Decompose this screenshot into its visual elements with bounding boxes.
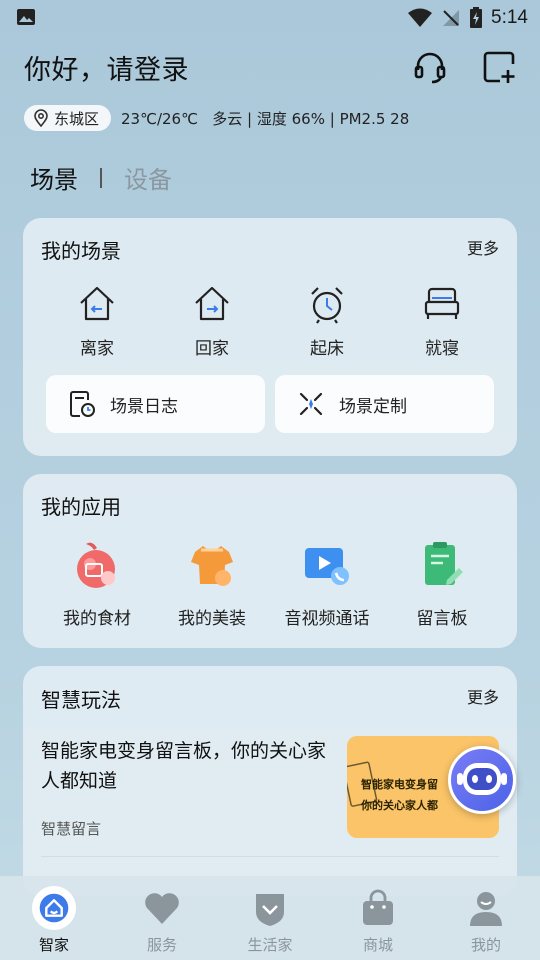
- smart-play-card: 智慧玩法 更多 智能家电变身留言板，你的关心家人都知道 智慧留言 智能家电变身留…: [23, 666, 517, 896]
- nav-label: 商城: [362, 936, 393, 954]
- scene-label: 就寝: [425, 339, 459, 359]
- weather-condition: 多云: [212, 109, 243, 128]
- smart-play-more-link[interactable]: 更多: [467, 684, 499, 708]
- nav-smart-home[interactable]: 智家: [4, 876, 104, 960]
- smart-play-subtitle: 智慧留言: [41, 820, 102, 838]
- return-home-icon: [195, 286, 229, 321]
- location-label: 东城区: [54, 109, 100, 128]
- tab-devices[interactable]: 设备: [124, 160, 172, 195]
- no-signal-icon: [443, 10, 460, 26]
- temperature: 23℃/26℃: [121, 109, 198, 128]
- nav-lifestyle[interactable]: 生活家: [220, 876, 320, 960]
- thumbnail-line: 智能家电变身留: [361, 778, 438, 791]
- nav-mall[interactable]: 商城: [328, 876, 428, 960]
- scene-leave-home[interactable]: 离家: [47, 284, 147, 359]
- add-device-icon[interactable]: [482, 50, 516, 84]
- app-label: 我的美装: [178, 609, 246, 629]
- message-board-icon: [425, 542, 463, 585]
- nav-service[interactable]: 服务: [112, 876, 212, 960]
- wifi-icon: [408, 8, 433, 27]
- login-greeting[interactable]: 你好，请登录: [24, 48, 189, 87]
- user-icon: [470, 892, 502, 926]
- robot-icon: [457, 763, 507, 795]
- scene-label: 离家: [80, 339, 114, 359]
- food-icon: [77, 542, 115, 588]
- scene-custom-icon: [299, 392, 323, 416]
- app-my-outfit[interactable]: 我的美装: [152, 540, 272, 629]
- bottom-navigation: 智家 服务 生活家 商城 我的: [0, 876, 540, 960]
- thumbnail-line: 你的关心家人都: [361, 799, 438, 812]
- scene-wake-up[interactable]: 起床: [277, 284, 377, 359]
- video-call-icon: [305, 548, 349, 585]
- my-scenes-card: 我的场景 更多 离家 回家 起床 就寝 场景日志 场景定制: [23, 218, 517, 456]
- nav-label: 智家: [38, 936, 69, 954]
- scene-sleep[interactable]: 就寝: [392, 284, 492, 359]
- clothing-icon: [191, 546, 233, 586]
- weather-info: 23℃/26℃ 多云 | 湿度 66% | PM2.5 28: [121, 109, 410, 128]
- headset-icon[interactable]: [413, 50, 447, 84]
- nav-label: 我的: [470, 936, 501, 954]
- my-scenes-title: 我的场景: [41, 239, 121, 263]
- nav-profile[interactable]: 我的: [436, 876, 536, 960]
- divider: [41, 856, 499, 857]
- leave-home-icon: [80, 286, 114, 321]
- app-label: 我的食材: [63, 609, 131, 629]
- thumbnail-caption: 智能家电变身留 你的关心家人都: [361, 774, 438, 816]
- clock: 5:14: [491, 7, 528, 28]
- weather-bar: 东城区 23℃/26℃ 多云 | 湿度 66% | PM2.5 28: [24, 105, 409, 131]
- app-my-food[interactable]: 我的食材: [37, 540, 157, 629]
- pm25: PM2.5 28: [339, 109, 410, 128]
- scene-custom-button[interactable]: 场景定制: [275, 375, 494, 433]
- bed-icon: [424, 287, 460, 319]
- scene-label: 起床: [310, 339, 344, 359]
- alarm-clock-icon: [311, 287, 343, 324]
- heart-icon: [145, 893, 179, 924]
- app-video-call[interactable]: 音视频通话: [267, 540, 387, 629]
- battery-charging-icon: [470, 7, 483, 28]
- scenes-more-link[interactable]: 更多: [467, 235, 499, 259]
- app-label: 音视频通话: [284, 609, 370, 629]
- tab-bar: 场景 设备: [30, 160, 172, 195]
- status-bar: 5:14: [0, 0, 540, 36]
- tab-scenes[interactable]: 场景: [30, 160, 78, 195]
- home-icon: [32, 886, 76, 930]
- my-apps-card: 我的应用 我的食材 我的美装 音视频通话 留言板: [23, 474, 517, 648]
- scene-custom-label: 场景定制: [339, 396, 407, 417]
- app-label: 留言板: [416, 609, 468, 629]
- smart-play-title: 智慧玩法: [41, 688, 121, 712]
- scene-label: 回家: [195, 339, 229, 359]
- scene-log-icon: [70, 391, 95, 417]
- location-chip[interactable]: 东城区: [24, 105, 112, 131]
- assistant-float-button[interactable]: [448, 746, 516, 814]
- nav-label: 生活家: [247, 936, 293, 954]
- nav-label: 服务: [146, 936, 177, 954]
- smart-play-description[interactable]: 智能家电变身留言板，你的关心家人都知道: [41, 736, 331, 796]
- shopping-bag-icon: [363, 889, 393, 925]
- image-notification-icon: [17, 9, 35, 25]
- humidity: 湿度 66%: [256, 109, 325, 128]
- location-pin-icon: [34, 109, 48, 127]
- my-apps-title: 我的应用: [41, 495, 121, 519]
- scene-log-button[interactable]: 场景日志: [46, 375, 265, 433]
- scene-return-home[interactable]: 回家: [162, 284, 262, 359]
- app-message-board[interactable]: 留言板: [382, 540, 502, 629]
- tab-divider: [100, 167, 102, 188]
- shield-chevron-icon: [256, 894, 284, 926]
- scene-log-label: 场景日志: [110, 396, 178, 417]
